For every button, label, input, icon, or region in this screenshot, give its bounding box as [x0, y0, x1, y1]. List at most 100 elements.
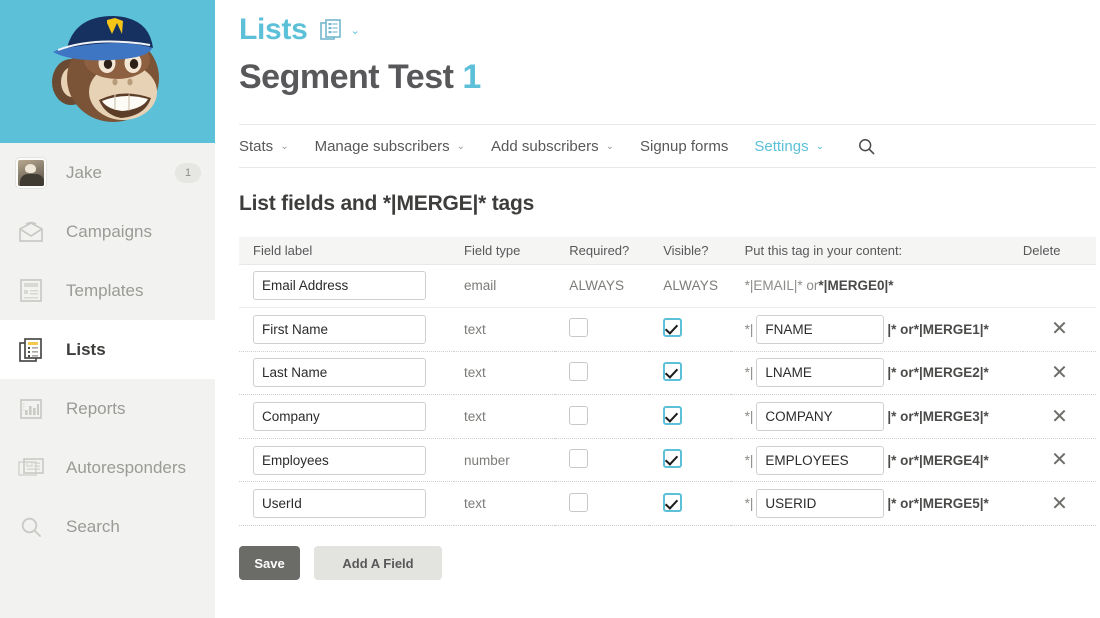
table-row: text *| |* or *|MERGE2|*	[239, 351, 1096, 396]
required-checkbox[interactable]	[569, 405, 589, 425]
visible-checkbox[interactable]	[663, 405, 683, 425]
merge-tag-input[interactable]	[756, 489, 885, 519]
visible-always-label: ALWAYS	[663, 278, 719, 294]
merge-tag-input[interactable]	[756, 445, 885, 475]
cell-delete: ✕	[1022, 351, 1096, 396]
column-header-tag: Put this tag in your content:	[730, 237, 1023, 265]
cell-required	[555, 351, 650, 396]
delete-icon[interactable]: ✕	[1051, 362, 1068, 384]
sidebar-logo-panel	[0, 0, 215, 143]
visible-checkbox[interactable]	[663, 318, 683, 338]
field-label-input[interactable]	[253, 489, 426, 519]
tab-label: Stats	[239, 137, 274, 155]
search-icon	[16, 516, 46, 538]
cell-field-label	[239, 351, 455, 396]
cell-visible	[649, 394, 731, 439]
sidebar-item-autoresponders[interactable]: Autoresponders	[0, 438, 215, 497]
sidebar-item-reports[interactable]: Reports	[0, 379, 215, 438]
save-button[interactable]: Save	[239, 546, 300, 581]
field-label-input[interactable]	[253, 445, 426, 475]
delete-icon[interactable]: ✕	[1051, 449, 1068, 471]
merge-tag-suffix-bold: *|MERGE4|*	[913, 452, 989, 468]
merge-tag-suffix-plain: |* or	[887, 452, 914, 468]
cell-field-label	[239, 264, 455, 309]
sidebar-item-user[interactable]: Jake 1	[0, 143, 215, 202]
sidebar: Jake 1 Campaigns Templates Lists Reports…	[0, 0, 215, 618]
cell-visible	[649, 481, 731, 527]
cell-merge-tag: *| |* or *|MERGE2|*	[730, 351, 1023, 396]
visible-checkbox[interactable]	[663, 492, 683, 512]
breadcrumb: Lists ⌄	[239, 0, 1100, 47]
cell-merge-tag: *| |* or *|MERGE5|*	[730, 481, 1023, 527]
chevron-down-icon: ⌄	[815, 140, 824, 152]
cell-field-type: number	[454, 438, 556, 483]
required-checkbox[interactable]	[569, 318, 589, 338]
cell-merge-tag: *| |* or *|MERGE3|*	[730, 394, 1023, 439]
merge-tag-editable: *| |* or *|MERGE5|*	[745, 489, 1023, 519]
merge-tag-prefix: *|	[744, 365, 754, 381]
cell-visible	[649, 307, 731, 352]
merge-tag-suffix-bold: *|MERGE5|*	[913, 496, 989, 512]
tab-settings[interactable]: Settings ⌄	[754, 138, 824, 155]
cell-visible: ALWAYS	[649, 264, 731, 309]
delete-icon[interactable]: ✕	[1051, 406, 1068, 428]
field-label-input[interactable]	[253, 271, 426, 301]
sidebar-user-name: Jake	[66, 162, 102, 182]
sidebar-item-label: Campaigns	[66, 221, 152, 241]
visible-checkbox[interactable]	[663, 361, 683, 381]
merge-tag-input[interactable]	[756, 358, 885, 388]
section-title: List fields and *|MERGE|* tags	[239, 192, 535, 215]
tab-signup-forms[interactable]: Signup forms	[640, 138, 728, 155]
table-row: text *| |* or *|MERGE3|*	[239, 394, 1096, 439]
visible-checkbox[interactable]	[663, 449, 683, 469]
cell-field-label	[239, 438, 455, 483]
list-fields-table: Field label Field type Required? Visible…	[239, 237, 1096, 527]
freddie-mailchimp-logo	[51, 16, 159, 122]
merge-tag-input[interactable]	[756, 314, 885, 344]
tab-manage-subscribers[interactable]: Manage subscribers ⌄	[315, 138, 465, 155]
field-label-input[interactable]	[253, 314, 426, 344]
tab-stats[interactable]: Stats ⌄	[239, 138, 289, 155]
tab-add-subscribers[interactable]: Add subscribers ⌄	[491, 138, 614, 155]
merge-tag-editable: *| |* or *|MERGE4|*	[744, 445, 1023, 475]
sidebar-item-label: Search	[66, 516, 120, 536]
merge-tag-suffix-bold: *|MERGE1|*	[913, 321, 989, 337]
cell-visible	[649, 351, 731, 396]
search-icon[interactable]	[858, 138, 875, 155]
delete-icon[interactable]: ✕	[1051, 493, 1068, 515]
merge-tag-editable: *| |* or *|MERGE3|*	[745, 402, 1023, 432]
cell-required: ALWAYS	[555, 264, 650, 309]
breadcrumb-lists-link[interactable]: Lists	[239, 13, 308, 47]
required-checkbox[interactable]	[569, 492, 589, 512]
merge-tag-suffix-bold: *|MERGE3|*	[913, 409, 989, 425]
chevron-down-icon[interactable]: ⌄	[351, 24, 360, 37]
table-header-row: Field label Field type Required? Visible…	[239, 237, 1096, 265]
sidebar-item-lists[interactable]: Lists	[0, 320, 215, 379]
sidebar-item-templates[interactable]: Templates	[0, 261, 215, 320]
delete-icon[interactable]: ✕	[1051, 318, 1068, 340]
merge-tag-input[interactable]	[756, 402, 885, 432]
required-checkbox[interactable]	[569, 361, 589, 381]
merge-tag-suffix-plain: |* or	[887, 409, 914, 425]
tab-label: Add subscribers	[491, 137, 599, 155]
column-header-required: Required?	[555, 237, 650, 265]
table-row: email ALWAYS ALWAYS *|EMAIL|* or *|MERGE…	[239, 264, 1096, 309]
avatar	[16, 157, 46, 188]
tab-label: Manage subscribers	[314, 137, 450, 155]
column-header-delete: Delete	[1022, 237, 1096, 265]
add-a-field-button[interactable]: Add A Field	[314, 546, 442, 581]
merge-tag-prefix: *|	[744, 321, 754, 337]
field-label-input[interactable]	[253, 402, 426, 432]
sidebar-item-label: Lists	[66, 339, 106, 359]
merge-tag-editable: *| |* or *|MERGE2|*	[744, 358, 1023, 388]
lists-icon	[16, 337, 46, 363]
sidebar-item-campaigns[interactable]: Campaigns	[0, 202, 215, 261]
cell-visible	[649, 438, 731, 483]
column-header-field-label: Field label	[239, 237, 455, 265]
chevron-down-icon: ⌄	[280, 140, 289, 152]
cell-required	[555, 394, 650, 439]
merge-tag-prefix: *|	[744, 452, 754, 468]
required-checkbox[interactable]	[569, 449, 589, 469]
field-label-input[interactable]	[253, 358, 426, 388]
sidebar-item-search[interactable]: Search	[0, 497, 215, 556]
